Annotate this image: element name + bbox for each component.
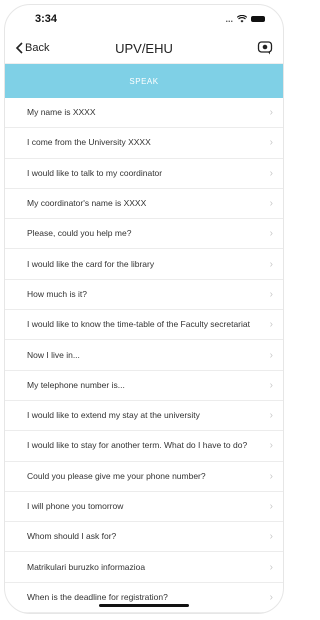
home-indicator	[99, 604, 189, 607]
chevron-right-icon: ›	[269, 501, 273, 512]
list-item-label: Matrikulari buruzko informazioa	[27, 561, 146, 572]
list-item-label: My name is XXXX	[27, 107, 96, 118]
list-item-label: I would like the card for the library	[27, 258, 155, 269]
status-time: 3:34	[35, 13, 58, 25]
list-item[interactable]: I will phone you tomorrow ›	[5, 492, 283, 523]
phrase-list: My name is XXXX › I come from the Universi…	[5, 98, 283, 613]
phone-screen: 3:34 ... Back UPV/EHU SPEAK My name is X…	[4, 4, 284, 614]
list-item[interactable]: Now I live in... ›	[5, 340, 283, 371]
list-item-label: I will phone you tomorrow	[27, 501, 124, 511]
list-item[interactable]: Please, could you help me? ›	[5, 219, 283, 250]
chevron-right-icon: ›	[269, 440, 273, 452]
list-item-label: My telephone number is...	[27, 379, 125, 390]
back-button[interactable]: Back	[5, 42, 49, 54]
chevron-right-icon: ›	[269, 591, 273, 603]
chat-icon[interactable]	[257, 40, 273, 56]
list-item-label: I would like to talk to my coordinator	[27, 167, 163, 178]
list-item[interactable]: I would like to stay for another term. W…	[5, 431, 283, 462]
speak-banner[interactable]: SPEAK	[5, 64, 283, 98]
list-item[interactable]: Could you please give me your phone numb…	[5, 462, 283, 492]
chevron-right-icon: ›	[269, 137, 273, 149]
list-item[interactable]: I would like the card for the library ›	[5, 249, 283, 280]
chevron-left-icon	[15, 42, 23, 54]
list-item-label: I would like to stay for another term. W…	[27, 440, 248, 451]
chevron-right-icon: ›	[269, 561, 273, 573]
chevron-right-icon: ›	[269, 228, 273, 240]
list-item[interactable]: I would like to talk to my coordinator ›	[5, 159, 283, 189]
list-item[interactable]: Matrikulari buruzko informazioa ›	[5, 552, 283, 583]
chevron-right-icon: ›	[269, 319, 273, 331]
list-item[interactable]: My coordinator's name is XXXX ›	[5, 189, 283, 220]
list-item[interactable]: My telephone number is... ›	[5, 371, 283, 401]
chevron-right-icon: ›	[269, 470, 273, 482]
list-item-label: Please, could you help me?	[27, 228, 132, 239]
status-icons: ...	[225, 14, 265, 24]
chevron-right-icon: ›	[269, 531, 273, 543]
wifi-icon	[237, 15, 247, 23]
list-item-label: My coordinator's name is XXXX	[27, 198, 147, 209]
list-item[interactable]: I would like to know the time-table of t…	[5, 310, 283, 341]
list-item-label: I would like to extend my stay at the un…	[27, 410, 200, 421]
chevron-right-icon: ›	[269, 410, 273, 422]
signal-icon: ...	[225, 14, 233, 24]
list-item-label: Whom should I ask for?	[27, 531, 117, 542]
status-bar: 3:34 ...	[5, 5, 283, 33]
back-label: Back	[25, 42, 50, 54]
list-item[interactable]: I would like to extend my stay at the un…	[5, 401, 283, 432]
list-item[interactable]: Whom should I ask for? ›	[5, 522, 283, 553]
list-item-label: Now I live in...	[27, 349, 80, 360]
chevron-right-icon: ›	[269, 288, 273, 300]
list-item[interactable]: I come from the University XXXX ›	[5, 128, 283, 159]
list-item-label: Could you please give me your phone numb…	[27, 470, 206, 481]
chevron-right-icon: ›	[269, 258, 273, 270]
list-item-label: How much is it?	[27, 288, 87, 299]
list-item-label: I would like to know the time-table of t…	[27, 319, 250, 330]
list-item[interactable]: How much is it? ›	[5, 280, 283, 311]
nav-bar: Back UPV/EHU	[5, 33, 283, 64]
chevron-right-icon: ›	[269, 107, 273, 119]
chevron-right-icon: ›	[269, 349, 273, 361]
list-item-label: I come from the University XXXX	[27, 137, 151, 148]
list-item-label: When is the deadline for registration?	[27, 591, 168, 602]
chevron-right-icon: ›	[269, 198, 273, 210]
chevron-right-icon: ›	[269, 379, 273, 391]
chevron-right-icon: ›	[269, 167, 273, 179]
battery-icon	[251, 16, 265, 22]
list-item[interactable]: When is the deadline for registration? ›	[5, 583, 283, 613]
list-item[interactable]: My name is XXXX ›	[5, 98, 283, 129]
